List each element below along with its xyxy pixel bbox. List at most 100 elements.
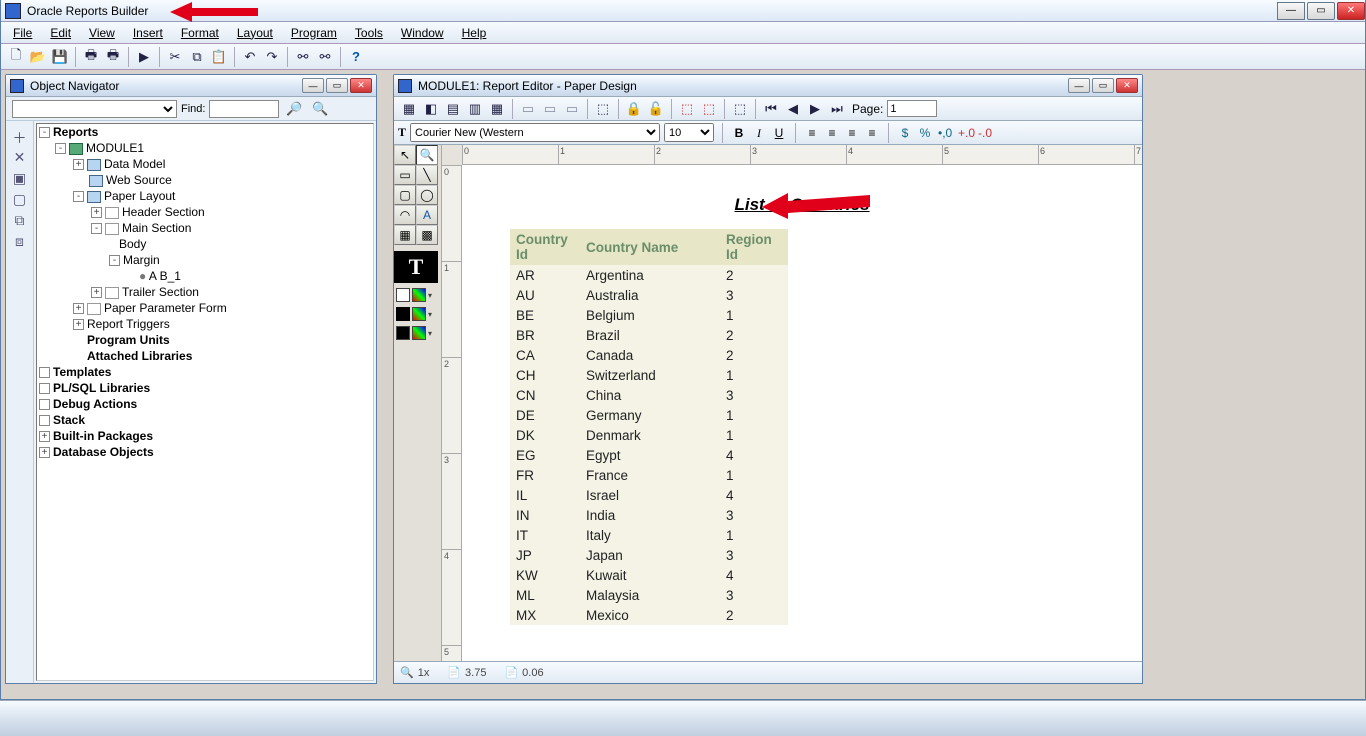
currency-icon[interactable]: $ <box>897 125 913 141</box>
table-cell[interactable]: 3 <box>720 285 788 305</box>
tree-builtin-packages[interactable]: Built-in Packages <box>53 429 153 443</box>
table-cell[interactable]: 1 <box>720 405 788 425</box>
tree-data-model[interactable]: Data Model <box>104 157 165 171</box>
help-icon[interactable]: ? <box>346 47 366 67</box>
remove-decimal-icon[interactable]: -.0 <box>977 125 993 141</box>
table-cell[interactable]: 1 <box>720 425 788 445</box>
text-color-swatch[interactable] <box>396 326 410 340</box>
table-row[interactable]: FRFrance1 <box>510 465 788 485</box>
tree-module[interactable]: MODULE1 <box>86 141 144 155</box>
align-justify-icon[interactable]: ≡ <box>864 125 880 141</box>
table-row[interactable]: DKDenmark1 <box>510 425 788 445</box>
line-tool-icon[interactable]: ╲ <box>416 165 438 185</box>
tree-margin[interactable]: Margin <box>123 253 160 267</box>
table-cell[interactable]: 4 <box>720 565 788 585</box>
flex-icon[interactable]: ⬚ <box>730 99 750 119</box>
table-cell[interactable]: 4 <box>720 485 788 505</box>
menu-help[interactable]: Help <box>454 24 495 42</box>
table-cell[interactable]: EG <box>510 445 580 465</box>
navigator-tree[interactable]: -Reports -MODULE1 +Data Model Web Source… <box>36 123 374 681</box>
table-cell[interactable]: DK <box>510 425 580 445</box>
insert-field-icon[interactable]: ⬚ <box>677 99 697 119</box>
underline-button[interactable]: U <box>771 125 787 141</box>
tree-program-units[interactable]: Program Units <box>87 333 170 347</box>
table-cell[interactable]: JP <box>510 545 580 565</box>
insert-text-icon[interactable]: ⬚ <box>699 99 719 119</box>
percent-icon[interactable]: % <box>917 125 933 141</box>
table-cell[interactable]: 3 <box>720 585 788 605</box>
table-cell[interactable]: Switzerland <box>580 365 720 385</box>
line-color-swatch[interactable] <box>396 307 410 321</box>
tree-main-section[interactable]: Main Section <box>122 221 191 235</box>
tree-web-source[interactable]: Web Source <box>106 173 172 187</box>
tree-report-triggers[interactable]: Report Triggers <box>87 317 170 331</box>
tree-templates[interactable]: Templates <box>53 365 111 379</box>
body-icon[interactable]: ▭ <box>540 99 560 119</box>
titlebar[interactable]: Oracle Reports Builder — ▭ ✕ <box>1 0 1365 22</box>
tree-trailer-section[interactable]: Trailer Section <box>122 285 199 299</box>
table-cell[interactable]: Egypt <box>580 445 720 465</box>
table-cell[interactable]: CN <box>510 385 580 405</box>
lock-icon[interactable]: 🔒 <box>624 99 644 119</box>
disconnect-icon[interactable]: ⚯ <box>315 47 335 67</box>
table-cell[interactable]: AR <box>510 265 580 285</box>
fill-color-swatch[interactable] <box>396 288 410 302</box>
first-page-icon[interactable]: ⏮ <box>761 99 781 119</box>
table-cell[interactable]: Malaysia <box>580 585 720 605</box>
font-size-select[interactable]: 10 <box>664 123 714 142</box>
font-family-select[interactable]: Courier New (Western <box>410 123 660 142</box>
table-row[interactable]: JPJapan3 <box>510 545 788 565</box>
table-cell[interactable]: IT <box>510 525 580 545</box>
report-title-field[interactable]: List of Countries <box>462 195 1142 215</box>
vertical-ruler[interactable]: 012345 <box>442 165 462 661</box>
collapse-icon[interactable]: ▢ <box>11 191 29 209</box>
fill-color-picker-icon[interactable] <box>412 288 426 302</box>
navigator-close-button[interactable]: ✕ <box>350 78 372 93</box>
delete-icon[interactable]: ✕ <box>11 149 29 167</box>
view-param-form-icon[interactable]: ▦ <box>487 99 507 119</box>
margin-icon[interactable]: ⬚ <box>593 99 613 119</box>
design-canvas[interactable]: List of Countries Country Id Country Nam… <box>462 165 1142 661</box>
table-cell[interactable]: Belgium <box>580 305 720 325</box>
tree-reports[interactable]: Reports <box>53 125 98 139</box>
view-layout-icon[interactable]: ▤ <box>443 99 463 119</box>
table-cell[interactable]: AU <box>510 285 580 305</box>
table-cell[interactable]: 3 <box>720 385 788 405</box>
table-cell[interactable]: Australia <box>580 285 720 305</box>
table-cell[interactable]: CA <box>510 345 580 365</box>
col-country-name[interactable]: Country Name <box>580 229 720 265</box>
frame-tool-icon[interactable]: ▦ <box>394 225 416 245</box>
menu-view[interactable]: View <box>81 24 123 42</box>
table-cell[interactable]: IN <box>510 505 580 525</box>
table-cell[interactable]: Denmark <box>580 425 720 445</box>
table-cell[interactable]: DE <box>510 405 580 425</box>
table-row[interactable]: ITItaly1 <box>510 525 788 545</box>
text-tool-icon[interactable]: A <box>416 205 438 225</box>
tree-paper-layout[interactable]: Paper Layout <box>104 189 175 203</box>
table-row[interactable]: ILIsrael4 <box>510 485 788 505</box>
table-cell[interactable]: 2 <box>720 345 788 365</box>
menu-program[interactable]: Program <box>283 24 345 42</box>
menu-layout[interactable]: Layout <box>229 24 281 42</box>
table-cell[interactable]: ML <box>510 585 580 605</box>
bold-button[interactable]: B <box>731 125 747 141</box>
round-rect-tool-icon[interactable]: ▢ <box>394 185 416 205</box>
table-row[interactable]: KWKuwait4 <box>510 565 788 585</box>
copy-icon[interactable]: ⧉ <box>187 47 207 67</box>
col-country-id[interactable]: Country Id <box>510 229 580 265</box>
align-left-icon[interactable]: ≡ <box>804 125 820 141</box>
page-input[interactable] <box>887 100 937 117</box>
expand-all-icon[interactable]: ⧉ <box>11 212 29 230</box>
repeating-frame-icon[interactable]: ▩ <box>416 225 438 245</box>
run-icon[interactable]: ▶ <box>134 47 154 67</box>
table-row[interactable]: EGEgypt4 <box>510 445 788 465</box>
trailer-icon[interactable]: ▭ <box>562 99 582 119</box>
table-cell[interactable]: India <box>580 505 720 525</box>
menu-format[interactable]: Format <box>173 24 227 42</box>
table-cell[interactable]: Italy <box>580 525 720 545</box>
minimize-button[interactable]: — <box>1277 2 1305 20</box>
tree-stack[interactable]: Stack <box>53 413 85 427</box>
editor-minimize-button[interactable]: — <box>1068 78 1090 93</box>
col-region-id[interactable]: Region Id <box>720 229 788 265</box>
table-row[interactable]: MXMexico2 <box>510 605 788 625</box>
